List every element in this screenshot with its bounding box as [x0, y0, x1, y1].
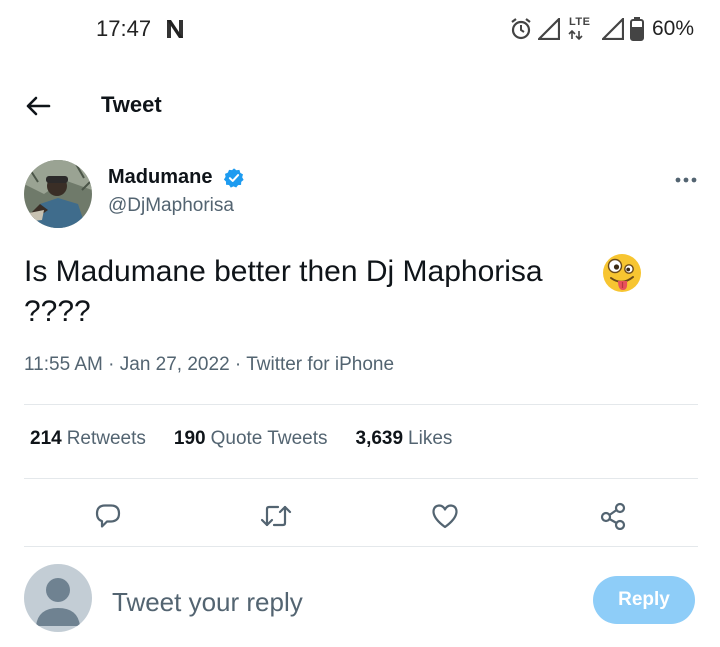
retweet-icon — [260, 505, 292, 527]
lte-icon: LTE — [566, 16, 596, 42]
header: Tweet — [0, 78, 720, 136]
status-time: 17:47 — [96, 16, 152, 41]
tweet-time: 11:55 AM — [24, 354, 103, 375]
likes-stat[interactable]: 3,639 Likes — [356, 428, 453, 450]
user-avatar[interactable] — [24, 564, 92, 632]
reply-submit-button[interactable]: Reply — [593, 576, 695, 624]
likes-count: 3,639 — [355, 428, 404, 449]
reply-button[interactable] — [88, 496, 128, 536]
zany-face-emoji-icon — [603, 254, 641, 292]
tweet-actions — [0, 496, 720, 536]
quote-tweets-count: 190 — [173, 428, 206, 449]
retweets-stat[interactable]: 214 Retweets — [30, 428, 146, 450]
author-display-name[interactable]: Madumane — [108, 166, 212, 189]
status-icons: LTE 60% — [510, 14, 694, 44]
heart-icon — [432, 504, 458, 529]
signal-icon — [601, 18, 624, 40]
verified-badge-icon — [223, 168, 244, 188]
retweets-count: 214 — [30, 428, 62, 449]
quote-tweets-stat[interactable]: 190 Quote Tweets — [174, 428, 328, 450]
more-icon — [675, 177, 697, 183]
likes-label: Likes — [408, 428, 453, 449]
reply-bar: Reply — [0, 548, 720, 647]
share-icon — [600, 502, 626, 530]
reply-input[interactable] — [112, 582, 572, 622]
meta-separator: · — [108, 354, 115, 375]
divider — [24, 546, 698, 547]
divider — [24, 478, 698, 479]
tweet-stats: 214 Retweets 190 Quote Tweets 3,639 Likes — [30, 428, 480, 450]
page-title: Tweet — [101, 92, 162, 117]
status-bar: 17:47 LTE 60% — [0, 0, 720, 60]
battery-icon — [629, 17, 644, 41]
signal-icon — [537, 18, 560, 40]
tweet-metadata: 11:55 AM · Jan 27, 2022 · Twitter for iP… — [24, 354, 394, 376]
tweet-source[interactable]: Twitter for iPhone — [246, 354, 394, 375]
quote-tweets-label: Quote Tweets — [210, 428, 328, 449]
author-handle[interactable]: @DjMaphorisa — [108, 195, 234, 217]
like-button[interactable] — [425, 496, 465, 536]
meta-separator: · — [234, 354, 242, 375]
more-options-button[interactable] — [668, 166, 704, 194]
back-arrow-icon — [26, 96, 51, 116]
retweets-label: Retweets — [66, 428, 146, 449]
divider — [24, 404, 698, 405]
back-button[interactable] — [20, 88, 56, 124]
author-avatar[interactable] — [24, 160, 92, 228]
reply-icon — [95, 504, 121, 528]
netflix-icon — [167, 20, 183, 38]
tweet-date: Jan 27, 2022 — [119, 354, 230, 375]
share-button[interactable] — [593, 496, 633, 536]
tweet-text: Is Madumane better then Dj Maphorisa ???… — [24, 255, 543, 328]
battery-percent: 60% — [651, 17, 694, 40]
alarm-icon — [511, 18, 531, 40]
retweet-button[interactable] — [256, 496, 296, 536]
